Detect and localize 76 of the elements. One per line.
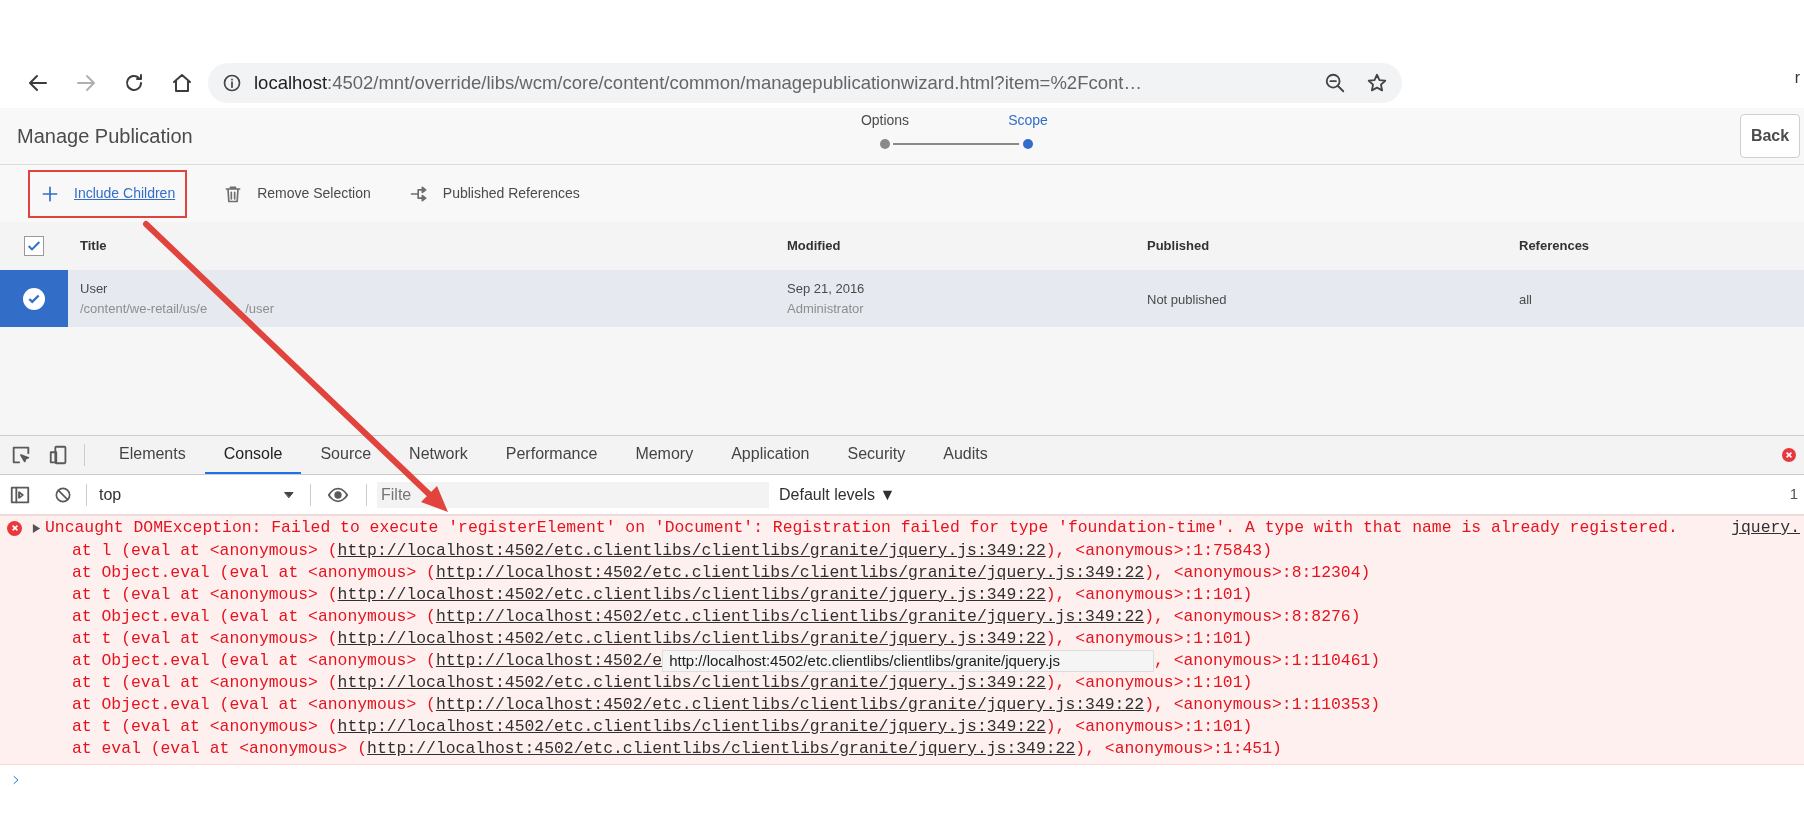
stack-text: at Object.eval (eval at <anonymous> ( (72, 607, 436, 626)
devtools-tab[interactable]: Elements (100, 436, 205, 474)
path-text: /user (245, 299, 275, 318)
toolbar-button[interactable]: Remove Selection (211, 169, 383, 218)
step-label[interactable]: Options (860, 108, 910, 130)
stack-link[interactable]: http://localhost:4502/e (435, 651, 663, 670)
devtools-tab[interactable]: Source (301, 436, 391, 474)
stack-text: , <anonymous>:1:110461) (1153, 651, 1381, 670)
stack-link[interactable]: http://localhost:4502/etc.clientlibs/clientlibs/granite/jquery.js:349:22 (337, 585, 1046, 604)
error-count-icon[interactable] (1782, 448, 1796, 462)
step-label[interactable]: Scope (1008, 108, 1048, 130)
devtools-tab[interactable]: Network (390, 436, 487, 474)
stack-link[interactable]: http://localhost:4502/etc.clientlibs/clientlibs/granite/jquery.js:349:22 (337, 629, 1046, 648)
column-header[interactable]: Title (68, 236, 775, 256)
error-text: Uncaught DOMException: Failed to execute 'registerElement' on 'Document': Registration failed for type 'foundation-time'. A type with that name is already registered. (45, 517, 1678, 539)
devtools-tab[interactable]: Security (828, 436, 925, 474)
stack-text: ), <anonymous>:1:75843) (1045, 541, 1272, 560)
inspect-icon[interactable] (10, 444, 32, 466)
levels-dropdown[interactable]: Default levels ▼ (779, 482, 896, 507)
devtools-tab[interactable]: Memory (616, 436, 713, 474)
stack-text: ), <anonymous>:8:8276) (1144, 607, 1361, 626)
expand-triangle-icon[interactable] (32, 523, 41, 533)
stack-text: ), <anonymous>:1:101) (1045, 629, 1253, 648)
devtools-tab[interactable]: Audits (924, 436, 1007, 474)
stack-text: at l (eval at <anonymous> ( (72, 541, 338, 560)
cut-off-text: r (1794, 68, 1800, 88)
back-button[interactable]: Back (1740, 114, 1800, 158)
cut-off-text: 1 (1789, 484, 1798, 505)
table-cell-text: User (80, 280, 109, 298)
home-icon[interactable] (170, 71, 194, 95)
stack-text: at Object.eval (eval at <anonymous> ( (72, 563, 436, 582)
error-icon (7, 520, 22, 536)
devtools-tab[interactable]: Performance (486, 436, 617, 474)
stack-link[interactable]: http://localhost:4502/etc.clientlibs/clientlibs/granite/jquery.js:349:22 (435, 607, 1145, 626)
stack-link[interactable]: http://localhost:4502/etc.clientlibs/clientlibs/granite/jquery.js:349:22 (435, 695, 1145, 714)
stack-text: ), <anonymous>:1:101) (1045, 585, 1253, 604)
devtools-tab[interactable]: Application (712, 436, 829, 474)
context-dropdown[interactable]: top (93, 480, 303, 509)
table-cell-text: Sep 21, 2016 (787, 280, 866, 298)
table-row[interactable]: User /content/we-retail/us/e /user Sep 21, 2016 Administrator Not published all (0, 270, 1804, 327)
info-icon[interactable] (222, 73, 242, 93)
stack-link[interactable]: http://localhost:4502/etc.clientlibs/clientlibs/granite/jquery.js:349:22 (337, 541, 1046, 560)
address-bar[interactable]: localhost:4502/mnt/override/libs/wcm/core/content/common/managepublicationwizard.html?item=%2Fcont… (208, 63, 1402, 103)
stack-text: ), <anonymous>:1:451) (1075, 739, 1282, 758)
stack-link[interactable]: http://localhost:4502/etc.clientlibs/clientlibs/granite/jquery.js:349:22 (435, 563, 1145, 582)
column-header[interactable]: References (1507, 236, 1804, 256)
zoom-out-icon[interactable] (1324, 72, 1346, 94)
stack-text: ), <anonymous>:1:101) (1045, 717, 1253, 736)
stack-text: at eval (eval at <anonymous> ( (72, 739, 368, 758)
column-header[interactable]: Modified (775, 236, 1135, 256)
stack-text: at t (eval at <anonymous> ( (72, 585, 338, 604)
path-text: /content/we-retail/us/e (80, 299, 208, 318)
table-cell-text: Administrator (787, 299, 865, 318)
stack-text: at t (eval at <anonymous> ( (72, 717, 338, 736)
toolbar-button[interactable]: Published References (396, 169, 592, 218)
row-select-checkbox[interactable] (23, 287, 45, 310)
table-cell: Not published (1147, 291, 1227, 307)
stack-text: at t (eval at <anonymous> ( (72, 629, 338, 648)
stack-text: ), <anonymous>:8:12304) (1144, 563, 1371, 582)
toolbar-button[interactable]: Include Children (28, 169, 188, 218)
star-icon[interactable] (1366, 72, 1388, 94)
stack-text: at Object.eval (eval at <anonymous> ( (72, 651, 436, 670)
select-all-checkbox[interactable] (24, 236, 44, 256)
stack-link[interactable]: http://localhost:4502/etc.clientlibs/clientlibs/granite/jquery.js:349:22 (337, 717, 1046, 736)
stack-text: at t (eval at <anonymous> ( (72, 673, 338, 692)
stack-link[interactable]: http://localhost:4502/etc.clientlibs/clientlibs/granite/jquery.js:349:22 (367, 739, 1076, 758)
page-title: Manage Publication (17, 124, 193, 149)
column-header[interactable]: Published (1135, 236, 1507, 256)
table-cell: all (1519, 291, 1532, 307)
stack-link[interactable]: http://localhost:4502/etc.clientlibs/clientlibs/granite/jquery.js:349:22 (337, 673, 1046, 692)
stack-text: at Object.eval (eval at <anonymous> ( (72, 695, 436, 714)
stack-text: ), <anonymous>:1:110353) (1144, 695, 1381, 714)
filter-field[interactable]: Filte (377, 481, 769, 508)
tooltip: http://localhost:4502/etc.clientlibs/clientlibs/granite/jquery.js (662, 650, 1154, 672)
source-link[interactable]: jquery. (1731, 517, 1800, 539)
stack-text: ), <anonymous>:1:101) (1045, 673, 1253, 692)
